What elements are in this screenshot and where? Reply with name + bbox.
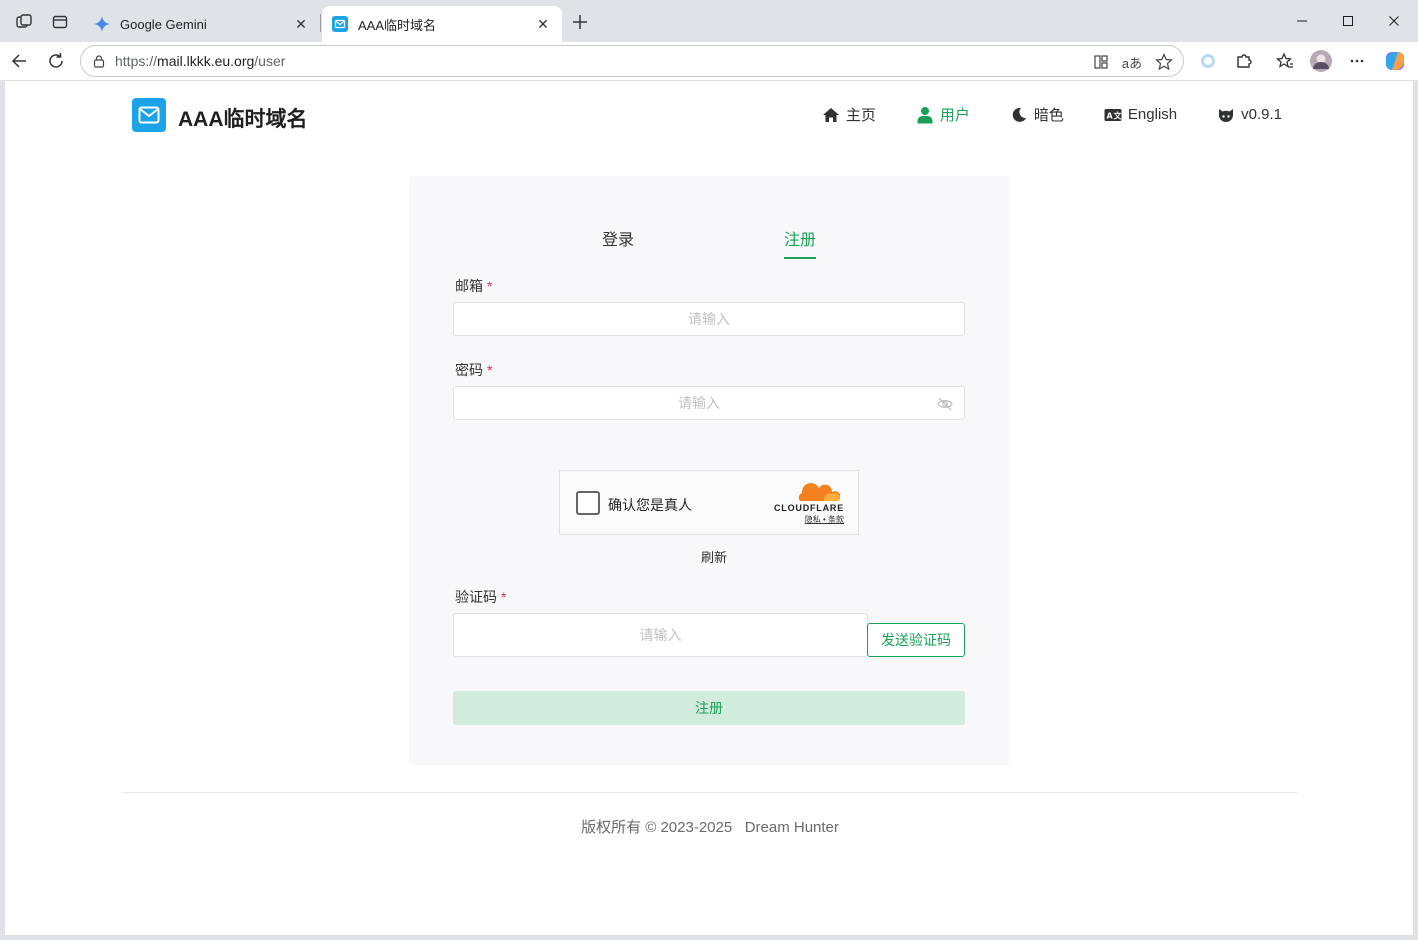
cloudflare-wordmark: CLOUDFLARE <box>774 503 844 513</box>
tab-login[interactable]: 登录 <box>602 226 634 250</box>
active-tab-indicator <box>784 257 816 259</box>
page-viewport: AAA临时域名 主页 用户 暗色 A 文 English v0.9.1 登录 注… <box>4 80 1414 936</box>
url-path: /user <box>254 53 286 69</box>
gemini-sparkle-icon <box>94 16 110 32</box>
captcha-label: 确认您是真人 <box>608 497 692 513</box>
cloudflare-turnstile: 确认您是真人 CLOUDFLARE 隐私 • 条款 <box>559 470 859 535</box>
nav-version-label: v0.9.1 <box>1241 106 1282 123</box>
new-tab-button[interactable] <box>568 10 592 34</box>
required-mark: * <box>487 362 493 378</box>
mail-logo-icon[interactable] <box>132 98 166 132</box>
footer-copyright: 版权所有 © 2023-2025 Dream Hunter <box>581 819 839 836</box>
refresh-captcha-link[interactable]: 刷新 <box>409 547 1019 566</box>
tab-separator <box>320 14 321 32</box>
nav-home-label: 主页 <box>845 107 876 124</box>
refresh-button[interactable] <box>43 48 69 74</box>
profile-avatar[interactable] <box>1308 48 1334 74</box>
password-label-text: 密码 <box>455 362 483 378</box>
minimize-window-button[interactable] <box>1287 8 1317 34</box>
tab-register[interactable]: 注册 <box>784 226 816 250</box>
translate-icon[interactable]: aあ <box>1121 51 1143 73</box>
browser-tab-strip: Google Gemini ✕ AAA临时域名 ✕ <box>0 0 1418 42</box>
url-scheme: https:// <box>115 53 158 69</box>
moon-icon <box>1010 106 1028 124</box>
main-nav: 主页 用户 暗色 A文 English v0.9.1 <box>822 104 1282 125</box>
vertical-tabs-icon[interactable] <box>48 10 72 34</box>
required-mark: * <box>487 278 493 294</box>
captcha-checkbox[interactable] <box>576 491 600 515</box>
nav-language[interactable]: A文 English <box>1104 106 1177 124</box>
url-host: mail.lkkk.eu.org <box>157 53 255 69</box>
email-placeholder: 请输入 <box>688 311 730 327</box>
copilot-icon[interactable] <box>1382 48 1408 74</box>
password-placeholder: 请输入 <box>678 395 720 411</box>
svg-text:A: A <box>1106 111 1113 120</box>
auth-card: 登录 注册 邮箱 * 请输入 密码 * 请输入 确认您是真人 CLOUDFLARE … <box>409 176 1009 765</box>
cloudflare-brand: CLOUDFLARE 隐私 • 条款 <box>764 482 844 524</box>
nav-github-version[interactable]: v0.9.1 <box>1217 106 1282 124</box>
mail-favicon-icon <box>332 16 348 32</box>
eye-off-icon[interactable] <box>936 395 954 413</box>
tab-aaa-mail[interactable]: AAA临时域名 ✕ <box>322 6 562 42</box>
address-bar[interactable]: https://mail.lkkk.eu.org/user aあ <box>80 45 1184 77</box>
lock-icon[interactable] <box>91 53 107 69</box>
favorites-icon[interactable] <box>1272 48 1298 74</box>
browser-toolbar: https://mail.lkkk.eu.org/user aあ <box>0 42 1418 80</box>
workspaces-icon[interactable] <box>12 10 36 34</box>
code-label: 验证码 * <box>455 587 506 607</box>
captcha-privacy-terms-links[interactable]: 隐私 • 条款 <box>764 514 844 525</box>
password-input[interactable]: 请输入 <box>453 386 965 420</box>
close-tab-icon[interactable]: ✕ <box>534 15 552 33</box>
required-mark: * <box>501 589 507 605</box>
auth-tabs: 登录 注册 <box>409 226 1009 262</box>
nav-home[interactable]: 主页 <box>822 104 876 125</box>
maximize-window-button[interactable] <box>1333 8 1363 34</box>
nav-user[interactable]: 用户 <box>916 104 970 125</box>
home-icon <box>822 106 840 124</box>
language-icon: A文 <box>1104 106 1122 124</box>
more-options-icon[interactable] <box>1344 48 1370 74</box>
email-label: 邮箱 * <box>455 276 492 296</box>
send-code-button[interactable]: 发送验证码 <box>867 623 965 657</box>
svg-text:文: 文 <box>1113 110 1122 120</box>
app-available-icon[interactable] <box>1090 51 1112 73</box>
back-button[interactable] <box>6 48 32 74</box>
code-placeholder: 请输入 <box>639 627 682 643</box>
tab-title: AAA临时域名 <box>358 17 437 33</box>
nav-language-label: English <box>1127 106 1178 123</box>
tab-google-gemini[interactable]: Google Gemini ✕ <box>84 6 320 42</box>
url-text: https://mail.lkkk.eu.org/user <box>115 53 285 69</box>
close-tab-icon[interactable]: ✕ <box>292 15 310 33</box>
nav-dark-mode[interactable]: 暗色 <box>1010 104 1064 125</box>
close-window-button[interactable] <box>1379 8 1409 34</box>
nav-user-label: 用户 <box>939 107 970 124</box>
verification-code-input[interactable]: 请输入 <box>453 613 868 657</box>
favorite-star-icon[interactable] <box>1153 51 1175 73</box>
user-icon <box>916 106 934 124</box>
email-input[interactable]: 请输入 <box>453 302 965 336</box>
cloudflare-cloud-icon <box>798 483 840 501</box>
site-title[interactable]: AAA临时域名 <box>178 103 308 133</box>
extension-circle-icon[interactable] <box>1195 48 1221 74</box>
nav-dark-label: 暗色 <box>1033 107 1064 124</box>
register-submit-button[interactable]: 注册 <box>453 691 965 725</box>
extensions-puzzle-icon[interactable] <box>1231 48 1257 74</box>
code-label-text: 验证码 <box>455 589 497 605</box>
site-header: AAA临时域名 主页 用户 暗色 A 文 English v0.9.1 <box>132 98 1282 138</box>
tab-title: Google Gemini <box>120 16 207 32</box>
footer-divider <box>123 792 1297 793</box>
password-label: 密码 * <box>455 360 492 380</box>
github-icon <box>1217 106 1235 124</box>
email-label-text: 邮箱 <box>455 278 483 294</box>
